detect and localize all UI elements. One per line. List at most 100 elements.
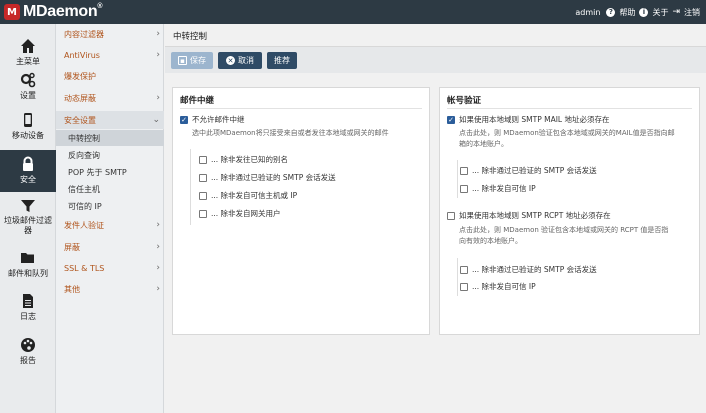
- submenu-security-settings[interactable]: 安全设置 ⌄: [56, 111, 164, 129]
- submenu-reverse-lookup[interactable]: 反向查询: [56, 147, 164, 163]
- relay-opt-auth-smtp[interactable]: ... 除非通过已验证的 SMTP 会话发送: [199, 172, 336, 183]
- chevron-right-icon: ›: [156, 263, 160, 273]
- auth-panel-title: 帐号验证: [447, 96, 482, 106]
- rail-item-settings[interactable]: 设置: [0, 72, 56, 102]
- rail-label-spam-filter: 垃圾邮件过滤器: [4, 216, 52, 235]
- logout-link[interactable]: 注销: [684, 7, 700, 18]
- submenu-antivirus[interactable]: AntiVirus ›: [56, 47, 164, 63]
- push-button[interactable]: 推荐: [267, 52, 297, 69]
- submenu-dynamic-screening[interactable]: 动态屏蔽 ›: [56, 90, 164, 106]
- submenu-label: 安全设置: [64, 115, 96, 125]
- no-relay-checkbox[interactable]: ✓ 不允许邮件中继: [180, 114, 245, 125]
- username[interactable]: admin: [575, 8, 600, 17]
- cancel-button[interactable]: ✕ 取消: [218, 52, 262, 69]
- submenu-label: 中转控制: [68, 133, 100, 143]
- checkbox-checked-icon: ✓: [447, 115, 455, 124]
- lock-icon: [23, 156, 33, 171]
- mail-opt-trusted-ip[interactable]: ... 除非发自可信 IP: [460, 183, 536, 194]
- submenu-content-filter[interactable]: 内容过滤器 ›: [56, 26, 164, 42]
- submenu-label: 内容过滤器: [64, 29, 104, 39]
- checkbox-icon: [460, 166, 468, 175]
- rcpt-to-description: 点击此处，则 MDaemon 验证包含本地域或网关的 RCPT 值是否指 向有效…: [459, 225, 697, 247]
- submenu-trusted-hosts[interactable]: 信任主机: [56, 181, 164, 197]
- rail-item-home[interactable]: 主菜单: [0, 38, 56, 76]
- submenu-ssl-tls[interactable]: SSL & TLS ›: [56, 260, 164, 276]
- submenu-pop-before-smtp[interactable]: POP 先于 SMTP: [56, 164, 164, 180]
- submenu-label: 发件人验证: [64, 220, 104, 230]
- help-icon[interactable]: ?: [606, 7, 616, 17]
- checkbox-icon: [460, 282, 468, 291]
- main-content: 中转控制 ▪ 保存 ✕ 取消 推荐 邮件中继 ✓ 不允许邮件中继 选中此项MDaem…: [165, 24, 706, 413]
- submenu-label: 屏蔽: [64, 242, 80, 252]
- submenu-screening[interactable]: 屏蔽 ›: [56, 239, 164, 255]
- option-group-line: [190, 149, 191, 225]
- rail-label-reports: 报告: [20, 356, 36, 365]
- push-label: 推荐: [274, 56, 290, 65]
- app-logo[interactable]: M MDaemon®: [0, 0, 111, 24]
- logout-icon[interactable]: ⇥: [672, 7, 680, 17]
- checkbox-checked-icon: ✓: [180, 115, 188, 124]
- palette-icon: [21, 338, 35, 352]
- submenu-relay-control[interactable]: 中转控制: [56, 130, 164, 146]
- option-label: ... 除非通过已验证的 SMTP 会话发送: [472, 166, 597, 175]
- mail-opt-auth-smtp[interactable]: ... 除非通过已验证的 SMTP 会话发送: [460, 165, 597, 176]
- submenu-other[interactable]: 其他 ›: [56, 281, 164, 297]
- submenu-outbreak-protection[interactable]: 爆发保护: [56, 68, 164, 84]
- rail-item-mail-queues[interactable]: 邮件和队列: [0, 250, 56, 282]
- save-button[interactable]: ▪ 保存: [171, 52, 213, 69]
- option-group-line: [457, 258, 458, 296]
- rcpt-to-checkbox[interactable]: 如果使用本地域则 SMTP RCPT 地址必须存在: [447, 210, 611, 221]
- rail-item-security[interactable]: 安全: [0, 150, 56, 192]
- logo-mark-icon: M: [4, 4, 20, 20]
- chevron-down-icon: ⌄: [152, 115, 160, 125]
- relay-opt-gateway-user[interactable]: ... 除非发自网关用户: [199, 208, 281, 219]
- info-icon[interactable]: i: [639, 7, 649, 17]
- toolbar: ▪ 保存 ✕ 取消 推荐: [165, 47, 706, 73]
- checkbox-icon: [199, 173, 207, 182]
- relay-opt-trusted-host[interactable]: ... 除非发自可信主机或 IP: [199, 190, 297, 201]
- submenu-label: 其他: [64, 284, 80, 294]
- submenu-label: POP 先于 SMTP: [68, 167, 127, 177]
- rail-item-reports[interactable]: 报告: [0, 337, 56, 369]
- rail-label-mail-queues: 邮件和队列: [8, 269, 48, 278]
- rcpt-opt-auth-smtp[interactable]: ... 除非通过已验证的 SMTP 会话发送: [460, 264, 597, 275]
- rcpt-opt-trusted-ip[interactable]: ... 除非发自可信 IP: [460, 281, 536, 292]
- option-label: ... 除非发自可信 IP: [472, 282, 536, 291]
- help-link[interactable]: 帮助: [619, 7, 635, 18]
- submenu-label: AntiVirus: [64, 50, 100, 60]
- submenu-label: SSL & TLS: [64, 263, 105, 273]
- rail-item-mobile[interactable]: 移动设备: [0, 112, 56, 142]
- top-bar: M MDaemon® admin ? 帮助 i 关于 ⇥ 注销: [0, 0, 706, 24]
- relay-opt-known-alias[interactable]: ... 除非发往已知的别名: [199, 154, 288, 165]
- submenu-trusted-ips[interactable]: 可信的 IP: [56, 198, 164, 214]
- rail-label-logs: 日志: [20, 312, 36, 321]
- user-menu: admin ? 帮助 i 关于 ⇥ 注销: [575, 0, 700, 24]
- submenu-label: 爆发保护: [64, 71, 96, 81]
- save-icon: ▪: [178, 56, 187, 65]
- option-group-line: [457, 160, 458, 198]
- checkbox-icon: [460, 184, 468, 193]
- mail-from-checkbox[interactable]: ✓ 如果使用本地域则 SMTP MAIL 地址必须存在: [447, 114, 609, 125]
- account-verification-panel: 帐号验证 ✓ 如果使用本地域则 SMTP MAIL 地址必须存在 点击此处，则 …: [439, 87, 700, 335]
- relay-panel-title: 邮件中继: [180, 96, 215, 106]
- security-submenu: 内容过滤器 › AntiVirus › 爆发保护 动态屏蔽 › 安全设置 ⌄ 中转控制 …: [56, 24, 164, 413]
- rail-item-spam-filter[interactable]: 垃圾邮件过滤器: [0, 198, 56, 242]
- checkbox-icon: [199, 209, 207, 218]
- description-line: 点击此处，则 MDaemon验证包含本地域或网关的MAIL值是否指向邮: [459, 129, 675, 137]
- checkbox-icon: [199, 191, 207, 200]
- rail-label-security: 安全: [20, 175, 36, 184]
- rail-label-home: 主菜单: [16, 57, 40, 66]
- save-label: 保存: [190, 56, 206, 65]
- description-line: 箱的本地账户。: [459, 140, 508, 148]
- close-icon: ✕: [226, 56, 235, 65]
- mobile-icon: [24, 113, 32, 127]
- description-line: 向有效的本地账户。: [459, 237, 522, 245]
- filter-icon: [21, 200, 35, 212]
- rail-item-logs[interactable]: 日志: [0, 293, 56, 325]
- chevron-right-icon: ›: [156, 284, 160, 294]
- panel-divider: [180, 108, 422, 109]
- about-link[interactable]: 关于: [652, 7, 668, 18]
- rail-label-settings: 设置: [20, 91, 36, 100]
- chevron-right-icon: ›: [156, 220, 160, 230]
- submenu-sender-authentication[interactable]: 发件人验证 ›: [56, 217, 164, 233]
